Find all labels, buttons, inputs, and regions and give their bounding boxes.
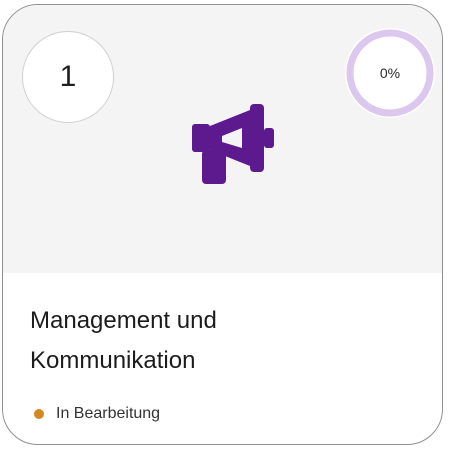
module-number-badge: 1: [22, 31, 114, 123]
card-header-area: 1 0%: [3, 5, 442, 273]
status-indicator: In Bearbeitung: [34, 405, 160, 423]
status-label: In Bearbeitung: [56, 405, 161, 422]
module-title-line-1: Management und: [30, 307, 217, 334]
progress-label: 0%: [379, 65, 401, 81]
status-dot: [34, 409, 44, 419]
module-card[interactable]: 1 0% Management und Kommunikation In Bea…: [2, 4, 443, 445]
progress-ring: 0%: [345, 28, 435, 118]
module-number: 1: [59, 60, 77, 93]
module-title-line-2: Kommunikation: [30, 347, 196, 374]
module-title: Management und Kommunikation: [30, 301, 420, 381]
megaphone-icon: [192, 104, 274, 184]
